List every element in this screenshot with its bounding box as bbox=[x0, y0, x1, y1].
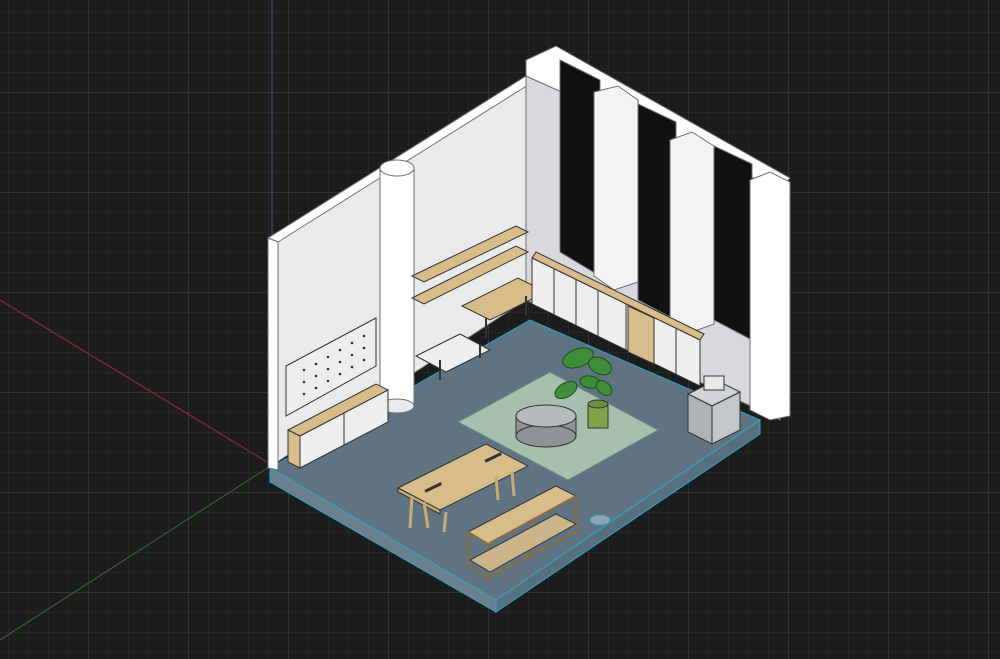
corner-step bbox=[589, 514, 611, 526]
pillar-3 bbox=[749, 171, 791, 421]
scene-canvas[interactable] bbox=[0, 0, 1000, 659]
3d-viewport[interactable] bbox=[0, 0, 1000, 659]
column-body bbox=[379, 167, 415, 407]
sink-basin bbox=[703, 375, 725, 391]
round-pouf[interactable] bbox=[515, 404, 577, 448]
round-column[interactable] bbox=[379, 159, 415, 414]
pouf-bottom bbox=[515, 424, 577, 448]
column-top bbox=[379, 159, 415, 177]
window-opening-3 bbox=[713, 145, 753, 341]
pillar-1 bbox=[593, 85, 639, 291]
axis-y-line bbox=[0, 464, 273, 641]
wall-left-edge bbox=[267, 237, 279, 471]
pouf-top bbox=[515, 404, 577, 428]
axis-lines-icon bbox=[0, 0, 273, 641]
pillar-2 bbox=[669, 131, 715, 333]
left-storage-face bbox=[287, 429, 301, 469]
axis-x-line bbox=[0, 299, 273, 466]
